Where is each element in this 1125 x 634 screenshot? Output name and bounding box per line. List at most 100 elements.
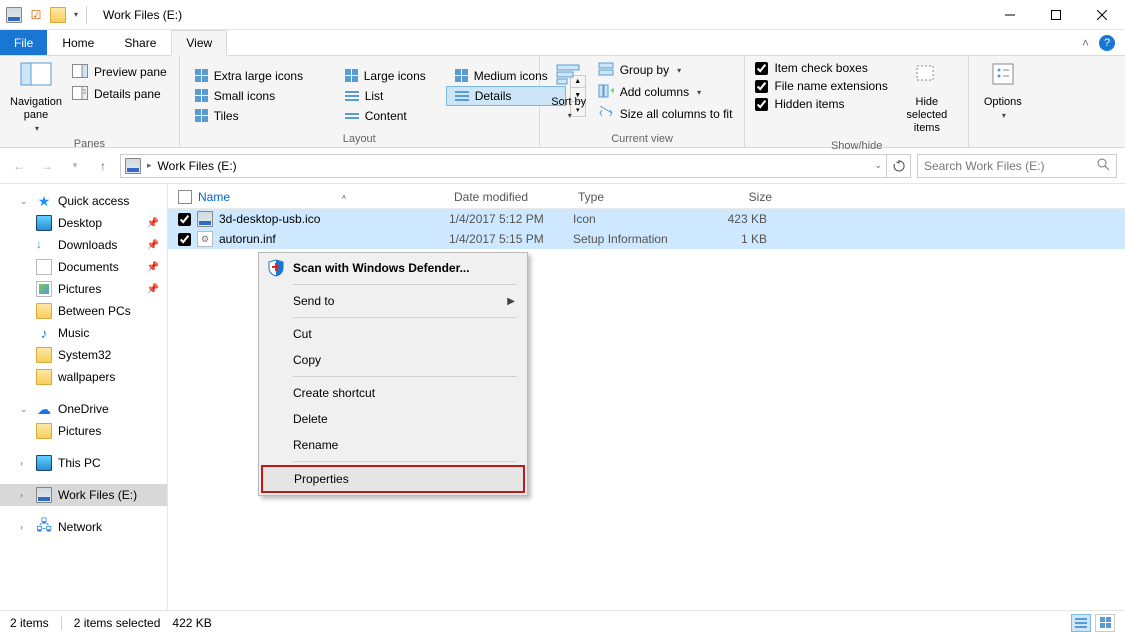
checkbox[interactable] [755, 80, 768, 93]
ctx-scan-defender[interactable]: Scan with Windows Defender... [261, 255, 525, 281]
label: Size [749, 190, 772, 204]
hidden-items-toggle[interactable]: Hidden items [751, 96, 891, 112]
nav-pictures[interactable]: Pictures📌 [0, 278, 167, 300]
refresh-button[interactable] [887, 154, 911, 178]
view-details-toggle[interactable] [1071, 614, 1091, 632]
hide-selected-button[interactable]: Hide selected items [892, 58, 962, 140]
layout-large[interactable]: Large icons [336, 66, 446, 86]
col-size[interactable]: Size [702, 190, 772, 204]
file-date: 1/4/2017 5:15 PM [449, 232, 573, 246]
ribbon-collapse-icon[interactable]: ˄ [1082, 36, 1089, 50]
ctx-copy[interactable]: Copy [261, 347, 525, 373]
layout-small[interactable]: Small icons [186, 86, 336, 106]
file-row[interactable]: autorun.inf 1/4/2017 5:15 PM Setup Infor… [168, 229, 1125, 249]
back-button[interactable]: ← [8, 155, 30, 177]
qat-newfolder-icon[interactable] [50, 7, 66, 23]
nav-wallpapers[interactable]: wallpapers [0, 366, 167, 388]
item-checkboxes-toggle[interactable]: Item check boxes [751, 60, 891, 76]
ctx-send-to[interactable]: Send to▶ [261, 288, 525, 314]
label: Cut [293, 327, 312, 341]
nav-onedrive-pictures[interactable]: Pictures [0, 420, 167, 442]
s-icons-icon [195, 89, 208, 102]
expand-icon[interactable]: › [20, 458, 30, 468]
view-thumbnails-toggle[interactable] [1095, 614, 1115, 632]
breadcrumb-segment[interactable]: Work Files (E:) [158, 159, 237, 173]
nav-this-pc[interactable]: ›This PC [0, 452, 167, 474]
preview-pane-button[interactable]: Preview pane [66, 62, 173, 82]
nav-network[interactable]: ›🖧Network [0, 516, 167, 538]
layout-extra-large[interactable]: Extra large icons [186, 66, 336, 86]
close-button[interactable] [1079, 0, 1125, 30]
nav-between-pcs[interactable]: Between PCs [0, 300, 167, 322]
col-date[interactable]: Date modified [454, 190, 578, 204]
qat-customize-icon[interactable]: ▾ [74, 10, 78, 19]
tab-share[interactable]: Share [109, 30, 171, 55]
ctx-properties[interactable]: Properties [261, 465, 525, 493]
chevron-down-icon: ▾ [1002, 111, 1006, 121]
tab-home[interactable]: Home [47, 30, 109, 55]
group-by-button[interactable]: Group by▾ [592, 60, 739, 80]
tab-view[interactable]: View [171, 30, 227, 56]
ctx-rename[interactable]: Rename [261, 432, 525, 458]
expand-icon[interactable]: ⌄ [20, 196, 30, 207]
nav-documents[interactable]: Documents📌 [0, 256, 167, 278]
expand-icon[interactable]: › [20, 490, 30, 500]
maximize-button[interactable] [1033, 0, 1079, 30]
row-checkbox[interactable] [178, 233, 191, 246]
label: Pictures [58, 424, 101, 438]
col-name[interactable]: Name˄ [198, 190, 454, 204]
tab-file[interactable]: File [0, 30, 47, 55]
nav-work-files-drive[interactable]: ›Work Files (E:) [0, 484, 167, 506]
sort-by-button[interactable]: Sort by ▾ [546, 58, 592, 125]
forward-button[interactable]: → [36, 155, 58, 177]
recent-locations-button[interactable]: ▾ [64, 155, 86, 177]
file-row[interactable]: 3d-desktop-usb.ico 1/4/2017 5:12 PM Icon… [168, 209, 1125, 229]
expand-icon[interactable]: ⌄ [20, 404, 30, 415]
row-checkbox[interactable] [178, 213, 191, 226]
file-extensions-toggle[interactable]: File name extensions [751, 78, 891, 94]
search-box[interactable]: Search Work Files (E:) [917, 154, 1117, 178]
details-pane-icon [72, 86, 88, 102]
options-button[interactable]: Options ▾ [975, 58, 1031, 125]
folder-icon [36, 369, 52, 385]
nav-system32[interactable]: System32 [0, 344, 167, 366]
address-breadcrumb[interactable]: ▸ Work Files (E:) ⌄ [120, 154, 887, 178]
cloud-icon: ☁ [36, 401, 52, 417]
label: Content [365, 109, 407, 123]
layout-tiles[interactable]: Tiles [186, 106, 336, 126]
label: wallpapers [58, 370, 115, 384]
layout-list[interactable]: List [336, 86, 446, 106]
col-type[interactable]: Type [578, 190, 702, 204]
help-icon[interactable]: ? [1099, 35, 1115, 51]
ctx-cut[interactable]: Cut [261, 321, 525, 347]
up-button[interactable]: ↑ [92, 155, 114, 177]
label: OneDrive [58, 402, 109, 416]
minimize-button[interactable] [987, 0, 1033, 30]
checkbox[interactable] [755, 98, 768, 111]
navigation-pane-button[interactable]: Navigation pane ▾ [6, 58, 66, 138]
label: Large icons [364, 69, 426, 83]
nav-quick-access[interactable]: ⌄★Quick access [0, 190, 167, 212]
main-area: ⌄★Quick access Desktop📌 Downloads📌 Docum… [0, 184, 1125, 610]
expand-icon[interactable]: › [20, 522, 30, 532]
nav-music[interactable]: ♪Music [0, 322, 167, 344]
file-type: Icon [573, 212, 697, 226]
address-dropdown-icon[interactable]: ⌄ [874, 160, 882, 171]
ctx-delete[interactable]: Delete [261, 406, 525, 432]
size-columns-button[interactable]: Size all columns to fit [592, 104, 739, 124]
nav-desktop[interactable]: Desktop📌 [0, 212, 167, 234]
qat-properties-icon[interactable]: ☑ [28, 7, 44, 23]
ctx-create-shortcut[interactable]: Create shortcut [261, 380, 525, 406]
status-selected-size: 422 KB [172, 616, 211, 630]
label: Sort by [551, 96, 586, 109]
nav-downloads[interactable]: Downloads📌 [0, 234, 167, 256]
add-columns-button[interactable]: +Add columns▾ [592, 82, 739, 102]
details-pane-button[interactable]: Details pane [66, 84, 173, 104]
select-all-checkbox[interactable] [178, 190, 192, 204]
checkbox[interactable] [755, 62, 768, 75]
folder-icon [36, 303, 52, 319]
chevron-right-icon[interactable]: ▸ [147, 160, 152, 171]
nav-onedrive[interactable]: ⌄ ☁ OneDrive [0, 398, 167, 420]
layout-content[interactable]: Content [336, 106, 446, 126]
navigation-pane[interactable]: ⌄★Quick access Desktop📌 Downloads📌 Docum… [0, 184, 168, 610]
